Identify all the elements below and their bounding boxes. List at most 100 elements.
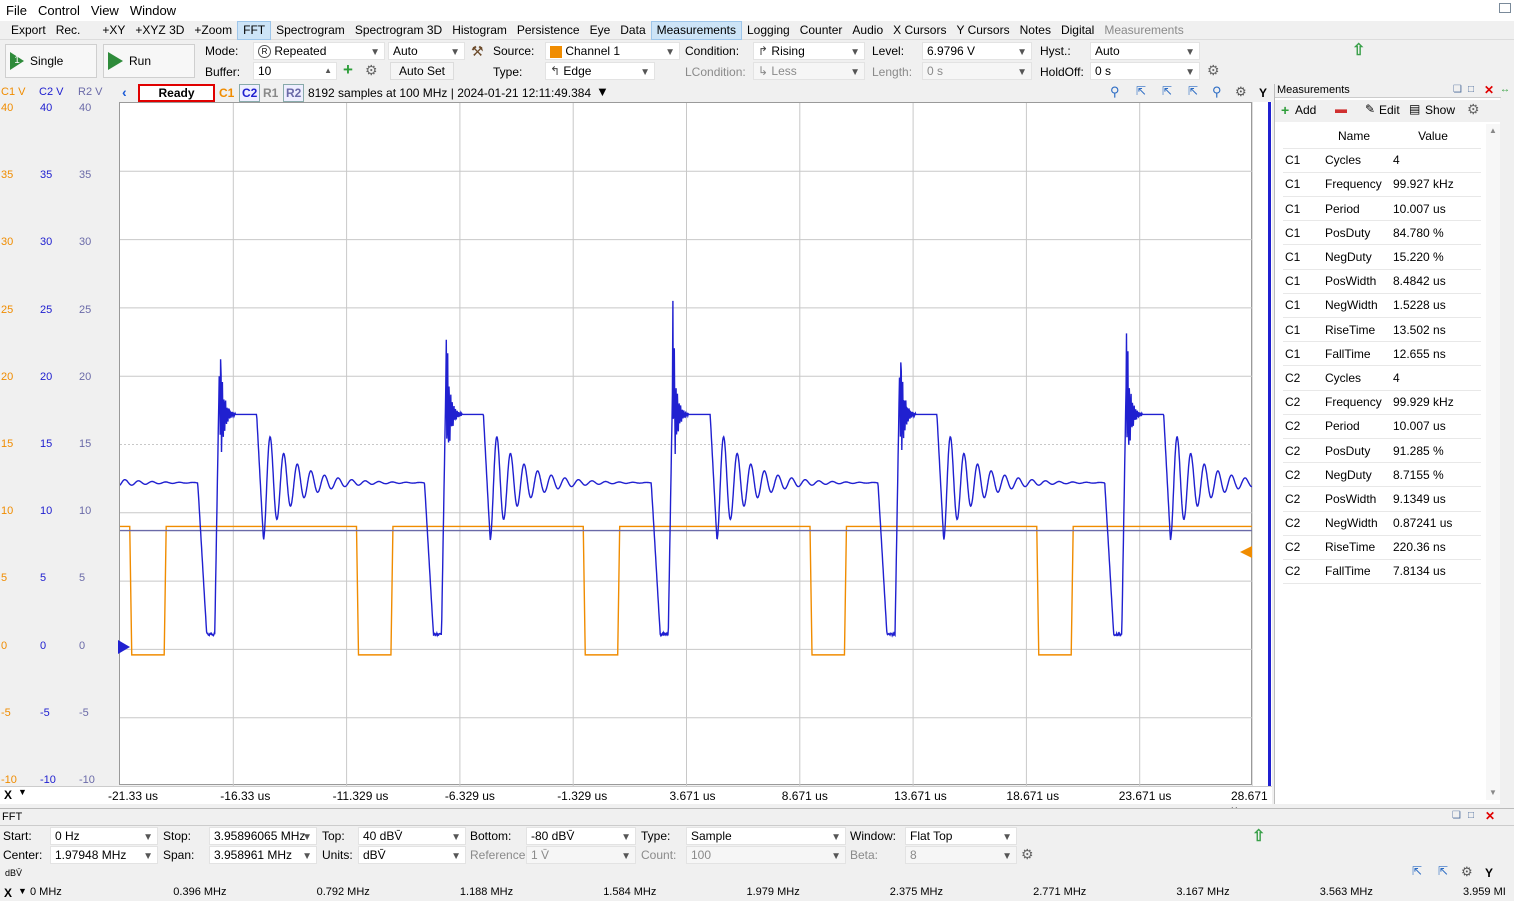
measurement-row[interactable]: C2 NegWidth 0.87241 us bbox=[1283, 511, 1481, 535]
restore-icon[interactable] bbox=[1499, 3, 1511, 13]
trigger-hammer-icon[interactable]: ⚒ bbox=[471, 43, 484, 60]
source-select[interactable]: Channel 1 ▼ bbox=[545, 42, 680, 60]
tab-persistence[interactable]: Persistence bbox=[512, 22, 585, 39]
zoom-fit-icon[interactable]: ⚲ bbox=[1110, 84, 1120, 100]
measurement-row[interactable]: C2 Period 10.007 us bbox=[1283, 414, 1481, 438]
c2-offset-marker[interactable] bbox=[118, 640, 130, 654]
fft-center-input[interactable]: 1.97948 MHz ▼ bbox=[50, 846, 158, 864]
measurement-row[interactable]: C1 Cycles 4 bbox=[1283, 148, 1481, 172]
tab-measurements[interactable]: Measurements bbox=[651, 21, 742, 40]
show-icon[interactable]: ▤ bbox=[1409, 102, 1420, 116]
add-icon[interactable]: + bbox=[1281, 102, 1289, 118]
measurement-row[interactable]: C2 PosWidth 9.1349 us bbox=[1283, 487, 1481, 511]
measurement-row[interactable]: C1 PosWidth 8.4842 us bbox=[1283, 269, 1481, 293]
mode-select[interactable]: R Repeated ▼ bbox=[253, 42, 385, 60]
add-buffer-icon[interactable]: + bbox=[343, 60, 353, 80]
measurement-row[interactable]: C2 Frequency 99.929 kHz bbox=[1283, 390, 1481, 414]
tab-eye[interactable]: Eye bbox=[585, 22, 616, 39]
fft-pin-icon[interactable]: ⇧ bbox=[1252, 826, 1265, 846]
trigger-level-marker[interactable] bbox=[1240, 546, 1252, 558]
show-button[interactable]: Show bbox=[1425, 103, 1455, 117]
c1-toggle[interactable]: C1 bbox=[219, 86, 234, 100]
tab-notes[interactable]: Notes bbox=[1015, 22, 1056, 39]
fft-close-icon[interactable]: ✕ bbox=[1485, 809, 1495, 823]
fft-y-toggle[interactable]: Y bbox=[1485, 866, 1493, 880]
fft-beta-input[interactable]: 8 ▼ bbox=[905, 846, 1017, 864]
remove-icon[interactable]: ▬ bbox=[1335, 102, 1347, 116]
measurement-row[interactable]: C1 Frequency 99.927 kHz bbox=[1283, 172, 1481, 196]
fft-plot-gear-icon[interactable]: ⚙ bbox=[1461, 864, 1473, 880]
fft-units-select[interactable]: dBV̄ ▼ bbox=[358, 846, 466, 864]
tab-digital[interactable]: Digital bbox=[1056, 22, 1099, 39]
auto-set-button[interactable]: Auto Set bbox=[390, 62, 454, 80]
lcondition-select[interactable]: ↳ Less ▼ bbox=[753, 62, 865, 80]
measurement-row[interactable]: C2 RiseTime 220.36 ns bbox=[1283, 535, 1481, 559]
tab-audio[interactable]: Audio bbox=[847, 22, 888, 39]
run-button[interactable]: Run bbox=[103, 44, 195, 78]
measurements-scrollbar[interactable]: ▲ ▼ bbox=[1486, 124, 1500, 800]
fft-count-input[interactable]: 100 ▼ bbox=[686, 846, 846, 864]
fft-x-dropdown-icon[interactable]: ▼ bbox=[18, 886, 27, 896]
holdoff-gear-icon[interactable]: ⚙ bbox=[1207, 62, 1220, 79]
measurement-row[interactable]: C1 RiseTime 13.502 ns bbox=[1283, 318, 1481, 342]
fft-bottom-input[interactable]: -80 dBV̄ ▼ bbox=[526, 827, 636, 845]
trigger-position-marker[interactable]: ▼ bbox=[596, 84, 609, 99]
side-arrow-icon[interactable]: ↔ bbox=[1500, 84, 1514, 104]
settings-gear-icon[interactable]: ⚙ bbox=[365, 62, 378, 79]
holdoff-input[interactable]: 0 s ▼ bbox=[1090, 62, 1200, 80]
fft-top-input[interactable]: 40 dBV̄ ▼ bbox=[358, 827, 466, 845]
scroll-up-icon[interactable]: ▲ bbox=[1489, 126, 1497, 135]
oscilloscope-plot[interactable] bbox=[119, 102, 1252, 785]
fft-type-select[interactable]: Sample ▼ bbox=[686, 827, 846, 845]
menu-file[interactable]: File bbox=[6, 3, 27, 18]
fft-hzoom-icon[interactable]: ⇱ bbox=[1438, 864, 1448, 878]
collapse-left-icon[interactable]: ‹ bbox=[122, 84, 127, 100]
panel-close-icon[interactable]: ✕ bbox=[1484, 83, 1494, 97]
tab-export[interactable]: Export bbox=[6, 22, 51, 39]
tab-fft[interactable]: FFT bbox=[237, 21, 271, 40]
fft-gear-icon[interactable]: ⚙ bbox=[1021, 846, 1034, 863]
menu-control[interactable]: Control bbox=[38, 3, 80, 18]
measurement-row[interactable]: C1 NegDuty 15.220 % bbox=[1283, 245, 1481, 269]
fft-x-toggle[interactable]: X bbox=[4, 886, 12, 900]
measurement-row[interactable]: C1 NegWidth 1.5228 us bbox=[1283, 293, 1481, 317]
fft-maximize-icon[interactable]: □ bbox=[1468, 810, 1474, 821]
single-button[interactable]: 1 Single bbox=[5, 44, 97, 78]
fft-start-input[interactable]: 0 Hz ▼ bbox=[50, 827, 158, 845]
zoom-area-icon[interactable]: ⇱ bbox=[1136, 84, 1146, 98]
condition-select[interactable]: ↱ Rising ▼ bbox=[753, 42, 865, 60]
measurements-gear-icon[interactable]: ⚙ bbox=[1467, 101, 1480, 118]
type-select[interactable]: ↰ Edge ▼ bbox=[545, 62, 655, 80]
edit-button[interactable]: Edit bbox=[1379, 103, 1400, 117]
tab-xy[interactable]: +XY bbox=[97, 22, 130, 39]
magnify-icon[interactable]: ⚲ bbox=[1212, 84, 1222, 100]
menu-view[interactable]: View bbox=[91, 3, 119, 18]
vertical-zoom-icon[interactable]: ⇱ bbox=[1188, 84, 1198, 98]
fft-restore-icon[interactable]: ❏ bbox=[1452, 810, 1461, 821]
horizontal-zoom-icon[interactable]: ⇱ bbox=[1162, 84, 1172, 98]
tab-spectrogram[interactable]: Spectrogram bbox=[271, 22, 350, 39]
tab-rec[interactable]: Rec. bbox=[51, 22, 86, 39]
tab-zoom[interactable]: +Zoom bbox=[189, 22, 237, 39]
tab-x-cursors[interactable]: X Cursors bbox=[888, 22, 951, 39]
tab-xyz3d[interactable]: +XYZ 3D bbox=[130, 22, 189, 39]
measurement-row[interactable]: C1 FallTime 12.655 ns bbox=[1283, 342, 1481, 366]
tab-counter[interactable]: Counter bbox=[795, 22, 848, 39]
measurement-row[interactable]: C1 PosDuty 84.780 % bbox=[1283, 221, 1481, 245]
x-axis-toggle[interactable]: X bbox=[4, 788, 12, 802]
menu-window[interactable]: Window bbox=[130, 3, 176, 18]
panel-restore-icon[interactable]: ❏ bbox=[1453, 84, 1462, 95]
panel-maximize-icon[interactable]: □ bbox=[1468, 84, 1474, 95]
measurement-row[interactable]: C2 Cycles 4 bbox=[1283, 366, 1481, 390]
tab-measurements-window[interactable]: Measurements bbox=[1099, 22, 1188, 39]
c2-toggle[interactable]: C2 bbox=[239, 84, 260, 102]
plot-gear-icon[interactable]: ⚙ bbox=[1235, 84, 1247, 100]
x-axis-dropdown-icon[interactable]: ▼ bbox=[18, 787, 27, 797]
r1-toggle[interactable]: R1 bbox=[263, 86, 278, 100]
tab-data[interactable]: Data bbox=[615, 22, 650, 39]
hyst-select[interactable]: Auto ▼ bbox=[1090, 42, 1200, 60]
tab-y-cursors[interactable]: Y Cursors bbox=[951, 22, 1014, 39]
measurement-row[interactable]: C1 Period 10.007 us bbox=[1283, 197, 1481, 221]
level-input[interactable]: 6.9796 V ▼ bbox=[922, 42, 1032, 60]
r2-toggle[interactable]: R2 bbox=[283, 84, 304, 102]
